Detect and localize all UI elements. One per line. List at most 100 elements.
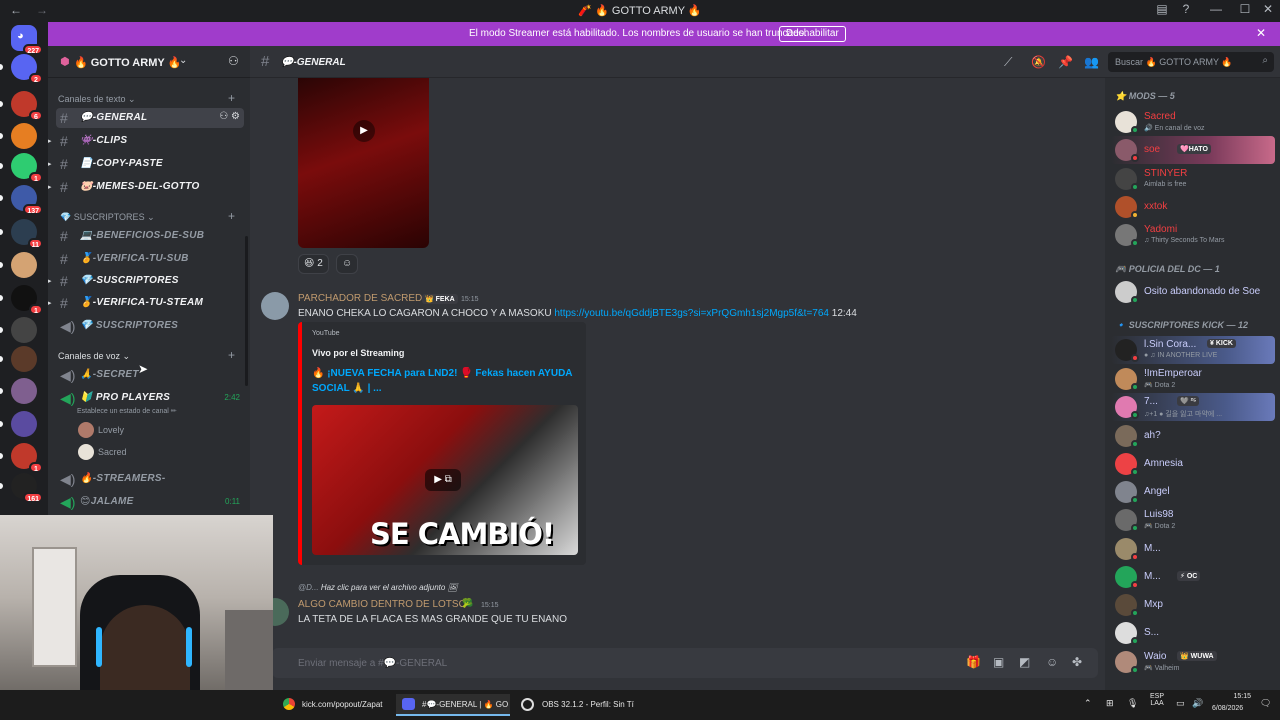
server-icon[interactable]: 2: [0, 54, 43, 84]
search-box[interactable]: Buscar 🔥 GOTTO ARMY 🔥 ⌕: [1108, 52, 1274, 72]
server-icon[interactable]: [0, 317, 37, 343]
taskbar-obs[interactable]: OBS 32.1.2 - Perfil: Sin Tí: [542, 695, 634, 715]
notifications-icon[interactable]: 🗨: [1260, 698, 1271, 709]
tray-chevron-icon[interactable]: ⌃: [1084, 698, 1092, 709]
server-icon[interactable]: 161: [0, 473, 43, 503]
voice-channel-jalame[interactable]: ◀) 😊JALAME 0:11: [56, 492, 244, 512]
threads-icon[interactable]: ⟋: [1004, 55, 1012, 70]
home-dm-button[interactable]: ◕ 227: [11, 25, 43, 55]
member-row[interactable]: l.Sin Cora... ● ♫ IN ANOTHER LIVE ¥ KICK: [1111, 336, 1275, 364]
member-row[interactable]: Waio 🎮 Valheim 👑 WUWA: [1111, 648, 1275, 676]
embed-video-title[interactable]: 🔥 ¡NUEVA FECHA para LND2! 🥊 Fekas hacen …: [312, 366, 577, 396]
category-suscriptores[interactable]: 💎 SUSCRIPTORES ⌄: [60, 212, 155, 223]
server-icon[interactable]: [0, 123, 37, 149]
server-icon[interactable]: 11: [0, 219, 43, 249]
server-icon[interactable]: 137: [0, 185, 43, 215]
sidebar-scrollbar[interactable]: [245, 236, 248, 386]
channel-memes[interactable]: ▸ # 🐷-MEMES-DEL-GOTTO: [48, 177, 244, 197]
voice-status-prompt[interactable]: Establece un estado de canal ✏: [77, 407, 177, 415]
channel-general[interactable]: # 💬-GENERAL ⚇ ⚙: [56, 108, 244, 128]
embed-author[interactable]: Vivo por el Streaming: [312, 348, 404, 358]
play-icon[interactable]: ▶ ⧉: [425, 469, 461, 491]
member-row[interactable]: !ImEmperoar 🎮 Dota 2: [1111, 365, 1275, 393]
taskbar-chrome[interactable]: kick.com/popout/Zapat: [302, 695, 382, 715]
emoji-icon[interactable]: ☺: [1046, 655, 1058, 669]
gift-icon[interactable]: 🎁: [966, 655, 981, 669]
invite-people-icon[interactable]: ⚇: [228, 54, 239, 68]
video-thumbnail[interactable]: SE CAMBIÓ! ▶ ⧉: [312, 405, 578, 555]
member-row[interactable]: M...: [1111, 535, 1275, 563]
pin-icon[interactable]: 📌: [1058, 55, 1073, 69]
server-icon[interactable]: [0, 252, 37, 278]
server-icon[interactable]: 6: [0, 91, 43, 121]
message-input[interactable]: Enviar mensaje a #💬-GENERAL: [298, 658, 447, 669]
network-icon[interactable]: ▭: [1176, 698, 1185, 709]
gif-icon[interactable]: ▣: [993, 655, 1004, 669]
server-icon[interactable]: 1: [0, 285, 43, 315]
member-row[interactable]: S...: [1111, 619, 1275, 647]
member-row[interactable]: Osito abandonado de Soe: [1111, 278, 1275, 306]
volume-icon[interactable]: 🔊: [1192, 698, 1203, 709]
channel-suscriptores-voice[interactable]: ◀) 💎 SUSCRIPTORES: [56, 316, 244, 336]
channel-verifica-sub[interactable]: # 🏅-VERIFICA-TU-SUB: [56, 249, 244, 269]
member-row[interactable]: STINYER Aimlab is free: [1111, 165, 1275, 193]
apps-icon[interactable]: ✤: [1072, 655, 1082, 669]
add-reaction-button[interactable]: ☺: [336, 254, 359, 274]
disable-streamer-button[interactable]: Deshabilitar: [779, 26, 846, 42]
voice-channel-streamers[interactable]: ◀) 🔥-STREAMERS-: [56, 469, 244, 489]
mute-icon[interactable]: 🔕: [1031, 55, 1046, 69]
add-channel-icon[interactable]: +: [228, 209, 235, 223]
microphone-icon[interactable]: 🎙: [1127, 698, 1138, 709]
member-row[interactable]: Luis98 🎮 Dota 2: [1111, 506, 1275, 534]
member-row[interactable]: 7... ♫+1 ● 길을 잃고 마약에 ... 🩶 ²⁵: [1111, 393, 1275, 421]
add-channel-icon[interactable]: +: [228, 91, 235, 105]
channel-clips[interactable]: ▸ # 👾-CLIPS: [48, 131, 244, 151]
channel-copy-paste[interactable]: ▸ # 📄-COPY-PASTE: [48, 154, 244, 174]
category-voice-channels[interactable]: Canales de voz ⌄: [58, 351, 130, 362]
reply-preview[interactable]: @D... Haz clic para ver el archivo adjun…: [298, 583, 458, 592]
date[interactable]: 6/08/2026: [1212, 705, 1243, 712]
help-icon[interactable]: ?: [1176, 2, 1196, 16]
language-indicator[interactable]: ESP LAA: [1150, 693, 1164, 707]
play-icon[interactable]: ▶: [353, 120, 375, 142]
category-text-channels[interactable]: Canales de texto ⌄: [58, 94, 136, 105]
tray-app-icon[interactable]: ⊞: [1106, 698, 1114, 709]
maximize-icon[interactable]: ☐: [1235, 2, 1255, 16]
message-author[interactable]: ALGO CAMBIO DENTRO DE LOTSO: [298, 599, 466, 610]
close-window-icon[interactable]: ✕: [1258, 2, 1278, 16]
member-row[interactable]: Sacred 🔊 En canal de voz: [1111, 108, 1275, 136]
member-row[interactable]: Amnesia: [1111, 450, 1275, 478]
member-row[interactable]: ah?: [1111, 422, 1275, 450]
taskbar-discord[interactable]: #💬-GENERAL | 🔥 GO: [422, 695, 508, 715]
youtube-link[interactable]: https://youtu.be/qGddjBTE3gs?si=xPrQGmh1…: [554, 308, 829, 319]
member-row[interactable]: M... ⚡ OC: [1111, 563, 1275, 591]
message-author[interactable]: PARCHADOR DE SACRED: [298, 293, 422, 304]
member-row[interactable]: Angel: [1111, 478, 1275, 506]
minimize-icon[interactable]: —: [1206, 2, 1226, 16]
member-row[interactable]: soe 🩷HATO: [1111, 136, 1275, 164]
server-icon[interactable]: 1: [0, 153, 43, 183]
server-icon[interactable]: [0, 346, 37, 372]
channel-beneficios[interactable]: # 💻-BENEFICIOS-DE-SUB: [56, 226, 244, 246]
member-row[interactable]: Yadomi ♫ Thirty Seconds To Mars: [1111, 221, 1275, 249]
search-input[interactable]: Buscar 🔥 GOTTO ARMY 🔥: [1115, 57, 1233, 68]
inbox-icon[interactable]: ▤: [1152, 2, 1172, 16]
clock[interactable]: 15:15: [1226, 693, 1251, 700]
member-row[interactable]: Mxp: [1111, 591, 1275, 619]
message-composer[interactable]: Enviar mensaje a #💬-GENERAL 🎁 ▣ ◩ ☺ ✤: [272, 648, 1098, 678]
video-attachment[interactable]: ▶: [298, 78, 429, 248]
server-icon[interactable]: [0, 378, 37, 404]
embed-provider[interactable]: YouTube: [312, 330, 340, 337]
voice-channel-pro-players[interactable]: ◀) 🔰 PRO PLAYERS 2:42: [56, 388, 244, 408]
server-icon[interactable]: [0, 411, 37, 437]
close-banner-icon[interactable]: ✕: [1256, 26, 1266, 40]
member-row[interactable]: xxtok: [1111, 193, 1275, 221]
server-icon[interactable]: 1: [0, 443, 43, 473]
reaction-laugh[interactable]: 😆 2: [298, 254, 329, 274]
sticker-icon[interactable]: ◩: [1019, 655, 1030, 669]
add-channel-icon[interactable]: +: [228, 348, 235, 362]
channel-suscriptores[interactable]: ▸ # 💎-SUSCRIPTORES: [48, 271, 244, 291]
author-avatar[interactable]: [261, 292, 289, 320]
voice-channel-secret[interactable]: ◀) 🙏-SECRET: [56, 365, 244, 385]
server-header[interactable]: ⬢ 🔥 GOTTO ARMY 🔥 ⌄ ⚇: [48, 46, 250, 78]
